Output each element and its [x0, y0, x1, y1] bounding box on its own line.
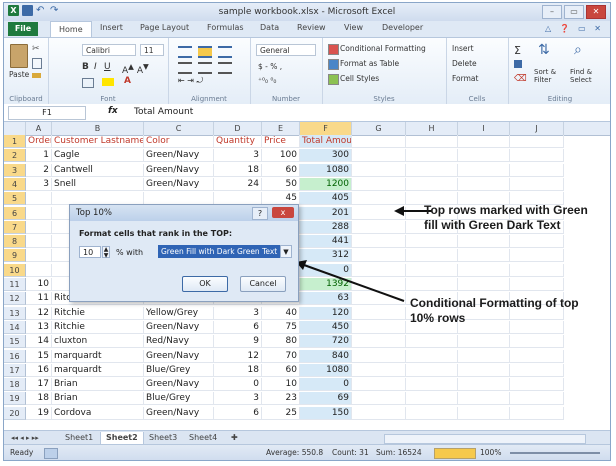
status-sum: Sum: 16524	[376, 448, 422, 457]
horizontal-scrollbar[interactable]	[384, 434, 586, 444]
dialog-label: Format cells that rank in the TOP:	[79, 229, 233, 238]
status-count: Count: 31	[332, 448, 369, 457]
dialog-close-icon[interactable]: x	[272, 207, 294, 218]
top-value-input[interactable]: 10	[79, 246, 101, 258]
view-buttons[interactable]	[434, 448, 476, 459]
top-value-spinner[interactable]: ▲ ▼	[102, 246, 110, 259]
macro-record-icon[interactable]	[44, 448, 58, 459]
top-10-percent-dialog: Top 10% ? x Format cells that rank in th…	[69, 204, 299, 302]
sheet-tab-4[interactable]: Sheet4	[184, 432, 222, 444]
status-average: Average: 550.8	[266, 448, 324, 457]
dialog-help-icon[interactable]: ?	[252, 207, 268, 220]
annotation-top-rows: Top rows marked with Green fill with Gre…	[424, 203, 588, 232]
chevron-down-icon[interactable]: ▼	[280, 245, 292, 258]
dialog-title: Top 10%	[76, 208, 112, 218]
cancel-button[interactable]: Cancel	[240, 276, 286, 292]
excel-window: X ↶ ↷ sample workbook.xlsx - Microsoft E…	[3, 2, 611, 461]
sheet-nav-icon[interactable]: ◂◂ ◂ ▸ ▸▸	[6, 432, 44, 444]
status-ready: Ready	[10, 448, 34, 457]
annotation-conditional: Conditional Formatting of top 10% rows	[410, 296, 579, 325]
sheet-tab-bar: ◂◂ ◂ ▸ ▸▸ Sheet1 Sheet2 Sheet3 Sheet4 ✚	[4, 430, 610, 445]
ok-button[interactable]: OK	[182, 276, 228, 292]
dialog-title-bar: Top 10% ? x	[70, 205, 298, 221]
sheet-tab-3[interactable]: Sheet3	[144, 432, 182, 444]
new-sheet-icon[interactable]: ✚	[226, 432, 243, 444]
zoom-level: 100%	[480, 448, 502, 457]
format-select[interactable]: Green Fill with Dark Green Text	[158, 245, 280, 258]
status-bar: Ready Average: 550.8 Count: 31 Sum: 1652…	[4, 444, 610, 460]
arrowhead-top-rows	[394, 206, 404, 216]
zoom-slider[interactable]	[510, 452, 600, 454]
percent-with-label: % with	[116, 248, 144, 257]
arrow-conditional	[303, 264, 405, 302]
sheet-tab-1[interactable]: Sheet1	[60, 432, 98, 444]
